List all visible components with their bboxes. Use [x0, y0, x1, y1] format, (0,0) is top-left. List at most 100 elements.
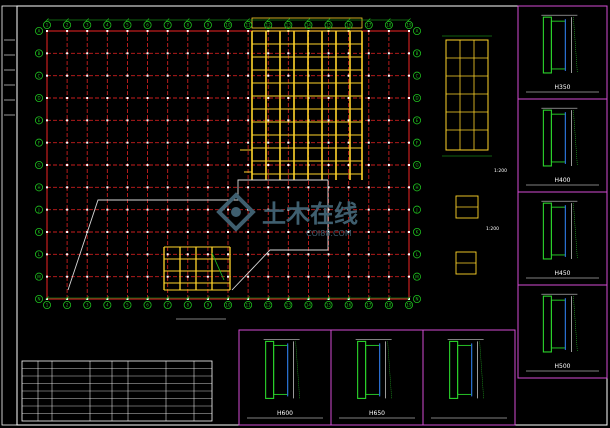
row-axis-label: H — [37, 185, 40, 190]
grid-node — [166, 275, 169, 278]
grid-node — [186, 52, 189, 55]
grid-node — [146, 30, 149, 32]
grid-node — [126, 275, 129, 278]
grid-node — [287, 97, 290, 99]
grid-node — [227, 208, 229, 211]
grid-node — [166, 141, 169, 144]
grid-node — [86, 141, 89, 144]
bolt-line — [573, 203, 578, 259]
grid-node — [408, 74, 410, 77]
column-axis-label: 5 — [126, 23, 129, 28]
grid-node — [66, 141, 69, 144]
grid-node — [267, 164, 270, 166]
grid-node — [66, 275, 69, 278]
grid-node — [46, 74, 48, 77]
grid-node — [86, 208, 89, 211]
grid-node — [367, 30, 370, 32]
grid-node — [126, 97, 129, 99]
column-axis-label: 15 — [326, 23, 332, 28]
grid-node — [186, 231, 189, 233]
grid-node — [126, 253, 129, 256]
grid-node — [206, 74, 209, 77]
column-axis-label: 13 — [286, 303, 292, 308]
section-detail-title: H650 — [369, 410, 385, 417]
column-axis-label: 4 — [106, 303, 109, 308]
grid-node — [387, 253, 390, 256]
grid-node — [46, 164, 48, 166]
grid-node — [46, 208, 48, 211]
grid-node — [387, 119, 390, 122]
row-axis-label: A — [416, 29, 419, 34]
grid-node — [46, 231, 48, 233]
grid-node — [267, 186, 270, 189]
column-axis-label: 14 — [306, 303, 312, 308]
grid-node — [287, 253, 290, 256]
grid-node — [126, 30, 129, 32]
grid-node — [247, 275, 250, 278]
row-axis-label: C — [38, 73, 41, 78]
beam-stub — [240, 149, 253, 173]
column-axis-label: 4 — [106, 23, 109, 28]
row-axis-label: N — [416, 297, 419, 302]
grid-node — [387, 74, 390, 77]
grid-node — [367, 141, 370, 144]
grid-node — [146, 141, 149, 144]
grid-node — [86, 97, 89, 99]
section-detail-border — [422, 329, 516, 426]
grid-node — [146, 186, 149, 189]
column-axis-label: 19 — [406, 23, 412, 28]
grid-node — [86, 74, 89, 77]
grid-node — [267, 253, 270, 256]
row-axis-label: B — [38, 51, 41, 56]
section-detail-title: H600 — [277, 410, 293, 417]
column-flange — [542, 295, 552, 353]
grid-node — [247, 74, 250, 77]
column-axis-label: 13 — [286, 23, 292, 28]
right-section-details: H350 H400 H450 H500 — [517, 5, 608, 379]
grid-node — [146, 97, 149, 99]
grid-node — [367, 253, 370, 256]
stair-diagonal — [211, 252, 225, 281]
grid-node — [327, 141, 330, 144]
grid-node — [227, 164, 229, 166]
grid-node — [66, 186, 69, 189]
grid-node — [66, 30, 69, 32]
column-flange — [542, 109, 552, 167]
grid-node — [227, 253, 229, 256]
grid-node — [206, 275, 209, 278]
beam-web — [550, 299, 566, 349]
grid-node — [86, 186, 89, 189]
grid-node — [408, 119, 410, 122]
column-axis-label: 6 — [146, 23, 149, 28]
column-flange — [542, 202, 552, 260]
grid-node — [387, 30, 390, 32]
grid-node — [247, 30, 250, 32]
bottom-section-detail-1: H650 — [330, 329, 424, 426]
grid-node — [408, 231, 410, 233]
grid-node — [227, 231, 229, 233]
grid-node — [387, 97, 390, 99]
grid-node — [367, 164, 370, 166]
grid-node — [387, 141, 390, 144]
grid-node — [327, 97, 330, 99]
side-detail-frame: 1:200 — [442, 35, 507, 174]
grid-node — [267, 275, 270, 278]
grid-node — [287, 141, 290, 144]
grid-node — [408, 30, 410, 32]
grid-node — [387, 164, 390, 166]
watermark-sub-text: COI88.COM — [306, 229, 352, 238]
grid-node — [408, 52, 410, 55]
cad-drawing-sheet: 1122334455667788991010111112121313141415… — [1, 5, 608, 426]
grid-node — [166, 74, 169, 77]
column-axis-label: 7 — [166, 303, 169, 308]
grid-node — [367, 208, 370, 211]
grid-node — [307, 186, 310, 189]
grid-node — [106, 164, 109, 166]
column-axis-label: 2 — [66, 303, 69, 308]
grid-node — [327, 164, 330, 166]
grid-node — [106, 97, 109, 99]
beam-web — [550, 206, 566, 256]
grid-node — [287, 186, 290, 189]
watermark-logo-text: 土木在线 — [262, 200, 358, 228]
grid-node — [86, 253, 89, 256]
